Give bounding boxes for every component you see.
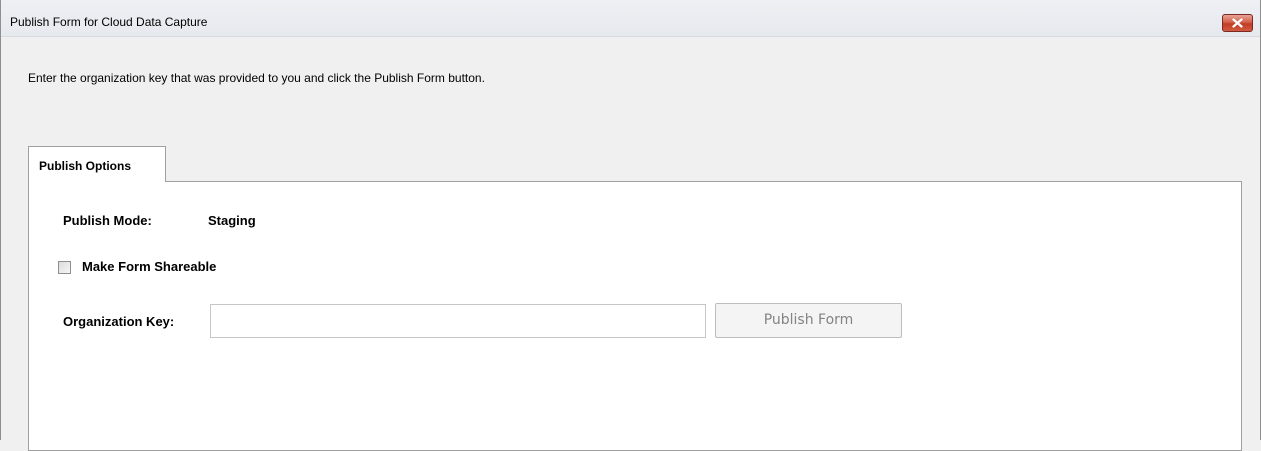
- make-form-shareable-checkbox[interactable]: [58, 261, 71, 274]
- close-icon: [1232, 18, 1243, 28]
- close-button[interactable]: [1222, 14, 1253, 32]
- publish-form-button[interactable]: Publish Form: [715, 303, 902, 338]
- window-title: Publish Form for Cloud Data Capture: [10, 15, 208, 29]
- make-form-shareable-label[interactable]: Make Form Shareable: [82, 259, 216, 274]
- publish-mode-label: Publish Mode:: [63, 213, 152, 228]
- instructions-text: Enter the organization key that was prov…: [28, 71, 485, 85]
- organization-key-input[interactable]: [210, 304, 706, 338]
- title-bar[interactable]: Publish Form for Cloud Data Capture: [1, 0, 1260, 37]
- publish-mode-value: Staging: [208, 213, 256, 228]
- tab-publish-options[interactable]: Publish Options: [28, 146, 166, 182]
- organization-key-label: Organization Key:: [63, 314, 175, 329]
- tab-label: Publish Options: [39, 159, 131, 173]
- publish-form-dialog: Publish Form for Cloud Data Capture Ente…: [0, 0, 1261, 451]
